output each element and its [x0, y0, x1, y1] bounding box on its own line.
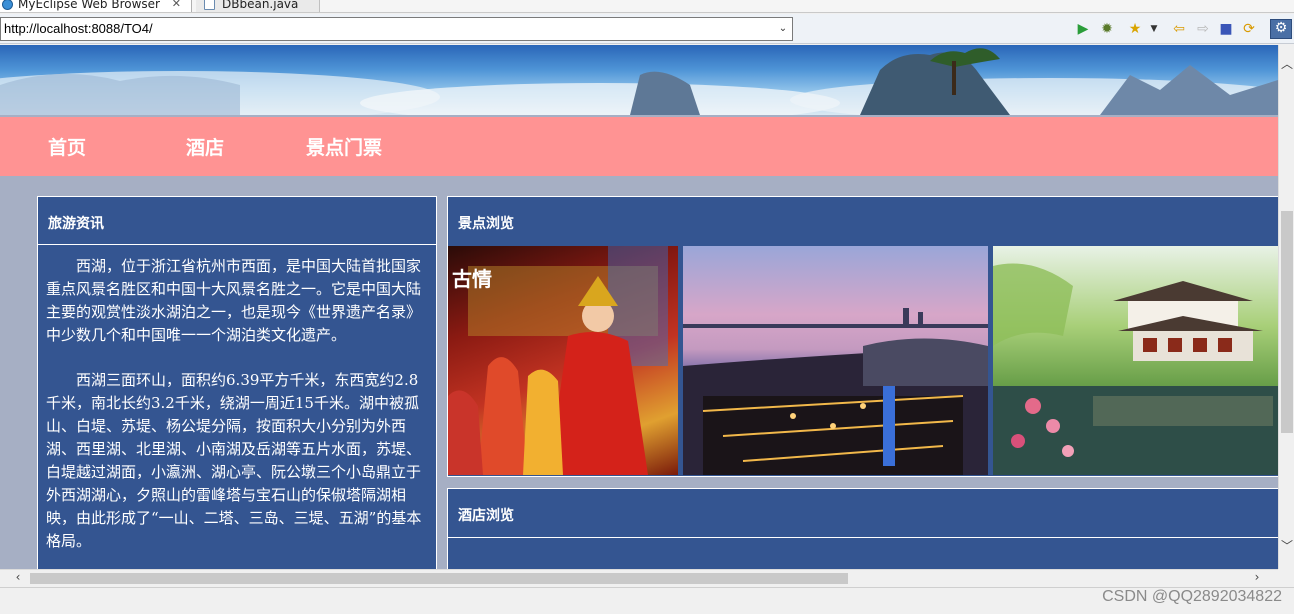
- scroll-up-icon[interactable]: ︿: [1279, 55, 1294, 72]
- stop-icon[interactable]: ■: [1218, 21, 1234, 37]
- url-dropdown-icon[interactable]: ⌄: [776, 18, 790, 40]
- status-bar: CSDN @QQ2892034822: [0, 587, 1294, 614]
- tab-label: MyEclipse Web Browser: [18, 0, 160, 11]
- travel-news-title: 旅游资讯: [48, 216, 104, 232]
- globe-icon: [2, 0, 13, 10]
- java-file-icon: [204, 0, 215, 10]
- panel-divider: [38, 244, 436, 245]
- web-page-viewport: 首页 酒店 景点门票 旅游资讯 西湖，位于浙江省杭州市西面，是中国大陆首批国家重…: [0, 45, 1278, 569]
- tab-dbbean-java[interactable]: DBbean.java: [196, 0, 320, 12]
- scenic-browse-panel: 景点浏览 古情: [447, 196, 1278, 477]
- horizontal-scrollbar[interactable]: ‹ ›: [0, 569, 1278, 586]
- refresh-icon[interactable]: ⟳: [1241, 21, 1257, 37]
- back-icon[interactable]: ⇦: [1171, 21, 1187, 37]
- watermark-text: CSDN @QQ2892034822: [1102, 588, 1282, 605]
- dropdown-icon[interactable]: ▼: [1146, 21, 1162, 37]
- run-icon[interactable]: ▶: [1075, 21, 1091, 37]
- horizontal-scroll-thumb[interactable]: [30, 573, 848, 584]
- nav-item-tickets[interactable]: 景点门票: [306, 133, 382, 160]
- url-text: http://localhost:8088/TO4/: [4, 21, 153, 36]
- scroll-right-icon[interactable]: ›: [1249, 570, 1265, 584]
- scenic-photo-lake-night[interactable]: [683, 246, 988, 475]
- news-paragraph: 西湖三面环山，面积约6.39平方千米，东西宽约2.8千米，南北长约3.2千米，绕…: [46, 371, 422, 550]
- perspective-icon[interactable]: ⚙: [1270, 19, 1292, 39]
- travel-news-panel: 旅游资讯 西湖，位于浙江省杭州市西面，是中国大陆首批国家重点风景名胜区和中国十大…: [37, 196, 437, 569]
- browser-toolbar: http://localhost:8088/TO4/ ⌄ ▶ ✹ ★ ▼ ⇦ ⇨…: [0, 14, 1294, 44]
- close-icon[interactable]: ✕: [172, 0, 181, 12]
- news-paragraph: 西湖，位于浙江省杭州市西面，是中国大陆首批国家重点风景名胜区和中国十大风景名胜之…: [46, 257, 422, 344]
- main-nav-bar: 首页 酒店 景点门票: [0, 117, 1278, 176]
- scroll-left-icon[interactable]: ‹: [10, 570, 26, 584]
- nav-item-home[interactable]: 首页: [48, 133, 86, 160]
- debug-icon[interactable]: ✹: [1099, 21, 1115, 37]
- scenic-browse-title: 景点浏览: [458, 216, 514, 232]
- scenic-photo-performance[interactable]: 古情: [448, 246, 678, 475]
- panel-divider: [448, 537, 1278, 538]
- hotel-browse-panel: 酒店浏览: [447, 488, 1278, 569]
- forward-icon[interactable]: ⇨: [1195, 21, 1211, 37]
- favorite-icon[interactable]: ★: [1127, 21, 1143, 37]
- editor-tab-strip: MyEclipse Web Browser ✕ DBbean.java: [0, 0, 1294, 13]
- scroll-down-icon[interactable]: ﹀: [1279, 537, 1294, 554]
- scenic-photo-garden-pavilion[interactable]: [993, 246, 1278, 475]
- vertical-scroll-thumb[interactable]: [1281, 211, 1293, 433]
- nav-item-hotel[interactable]: 酒店: [186, 133, 224, 160]
- hotel-browse-title: 酒店浏览: [458, 508, 514, 524]
- vertical-scrollbar[interactable]: ︿ ﹀: [1278, 45, 1294, 569]
- travel-news-body: 西湖，位于浙江省杭州市西面，是中国大陆首批国家重点风景名胜区和中国十大风景名胜之…: [46, 255, 428, 569]
- photo-overlay-text: 古情: [452, 267, 492, 291]
- tab-web-browser[interactable]: MyEclipse Web Browser ✕: [0, 0, 192, 12]
- tab-label: DBbean.java: [222, 0, 299, 11]
- url-field[interactable]: http://localhost:8088/TO4/ ⌄: [0, 17, 793, 41]
- header-banner-image: [0, 45, 1278, 115]
